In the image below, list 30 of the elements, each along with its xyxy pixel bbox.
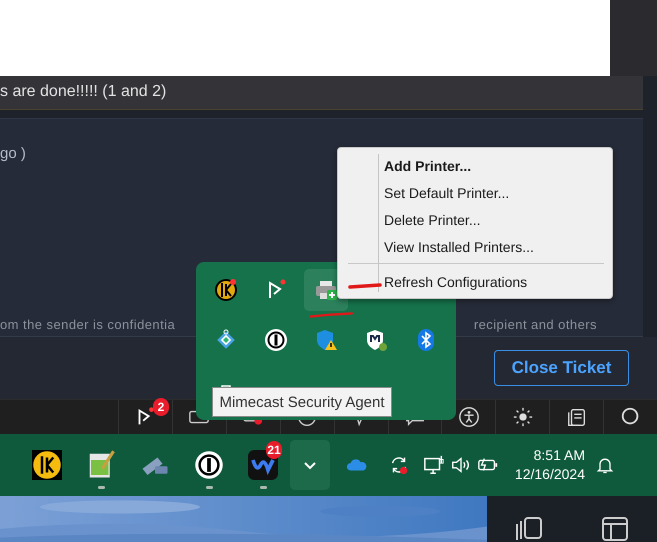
menu-item[interactable]: Add Printer...	[342, 152, 608, 179]
shield-warning-icon	[314, 328, 338, 352]
brightness-icon	[512, 406, 534, 428]
menu-item[interactable]: Refresh Configurations	[342, 268, 608, 295]
window-icon[interactable]	[601, 516, 629, 542]
task-view-icon[interactable]	[515, 516, 545, 542]
keeper-icon	[214, 278, 238, 302]
tooltip: Mimecast Security Agent	[212, 387, 392, 417]
menu-item[interactable]: View Installed Printers...	[342, 233, 608, 260]
menu-item[interactable]: Delete Printer...	[342, 206, 608, 233]
clock[interactable]: 8:51 AM 12/16/2024	[515, 446, 585, 484]
shield-check-icon	[364, 328, 388, 352]
taskbar-app[interactable]: 21	[238, 436, 288, 493]
close-ticket-button[interactable]: Close Ticket	[494, 350, 629, 386]
password-icon	[264, 328, 288, 352]
notification-badge: 2	[153, 398, 169, 416]
time-text: 8:51 AM	[534, 446, 585, 465]
keeper-icon	[32, 450, 62, 480]
menu-item[interactable]: Set Default Printer...	[342, 179, 608, 206]
password-icon	[194, 450, 224, 480]
notes-icon	[566, 406, 588, 428]
notification-badge: 21	[266, 440, 282, 459]
annotation-mark	[348, 282, 382, 290]
network-icon	[422, 454, 444, 476]
disclaimer-text: recipient and others	[474, 316, 597, 332]
accessibility-icon	[458, 406, 480, 428]
message-text: s are done!!!!! (1 and 2)	[0, 83, 166, 102]
note-text: go )	[0, 144, 26, 162]
disclaimer-text: om the sender is confidentia	[0, 316, 176, 332]
date-text: 12/16/2024	[514, 464, 585, 484]
